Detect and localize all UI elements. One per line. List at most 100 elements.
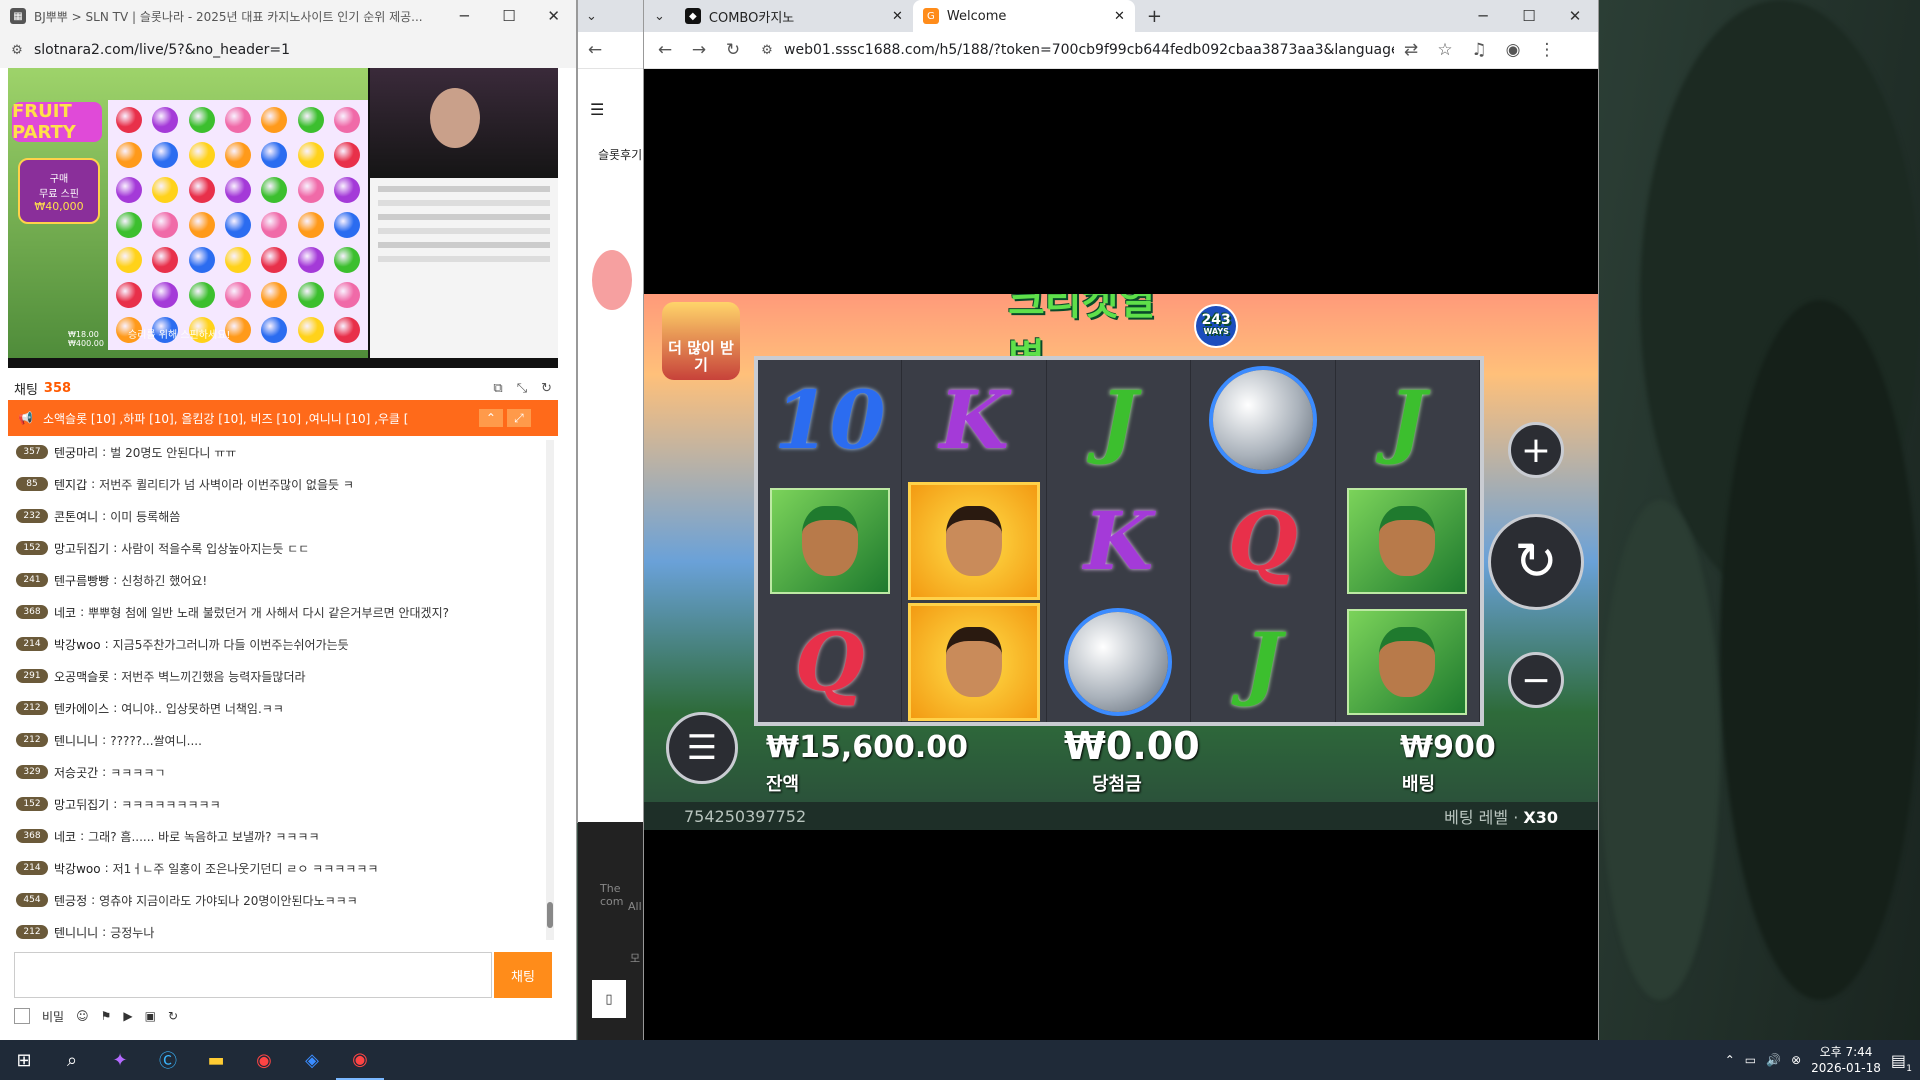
chat-nickname[interactable]: 박강woo <box>54 860 101 877</box>
chat-send-button[interactable]: 채팅 <box>494 952 552 998</box>
letter-symbol-text: J <box>1388 373 1427 468</box>
file-explorer-icon[interactable]: ▬ <box>192 1040 240 1080</box>
remote-app-icon[interactable]: ◈ <box>288 1040 336 1080</box>
expand-icon[interactable]: ⤢ <box>506 409 531 427</box>
new-tab-icon[interactable]: + <box>1147 6 1162 27</box>
tab-combo[interactable]: ◆ COMBO카지노 ✕ <box>675 0 913 32</box>
chrome-icon[interactable]: ◉ <box>240 1040 288 1080</box>
stream-video[interactable]: FRUIT PARTY 구매 무료 스핀 ₩40,000 ₩18.00 ₩400… <box>8 68 558 368</box>
chat-nickname[interactable]: 텐니니니 <box>54 732 98 749</box>
chat-nickname[interactable]: 텐니니니 <box>54 924 98 941</box>
back-icon[interactable]: ← <box>648 32 682 68</box>
collapse-icon[interactable]: ⤡ <box>517 381 527 396</box>
chat-nickname[interactable]: 망고뒤집기 <box>54 796 109 813</box>
refresh-icon[interactable]: ↻ <box>541 381 552 396</box>
partial-tab-text: 슬롯후기 <box>598 148 643 162</box>
chat-nickname[interactable]: 네코 <box>54 604 76 621</box>
batsman-symbol <box>758 480 903 602</box>
chat-message: 241 텐구름빵빵: 신청하긴 했어요! <box>8 564 548 596</box>
maximize-icon[interactable]: ☐ <box>1506 0 1552 32</box>
chat-nickname[interactable]: 텐궁마리 <box>54 444 98 461</box>
chat-nickname[interactable]: 텐구름빵빵 <box>54 572 109 589</box>
avatar <box>592 250 632 310</box>
media-icon[interactable]: ♫ <box>1462 32 1496 68</box>
slot-game[interactable]: 더 많이 받기 크리켓열병 243 WAYS 10KJJKQQJ + ↻ − ☰… <box>644 294 1598 830</box>
tab-search-icon[interactable]: ⌄ <box>654 9 665 24</box>
network-icon[interactable]: ▭ <box>1745 1053 1756 1067</box>
search-icon[interactable]: ⌕ <box>48 1040 96 1080</box>
translate-icon[interactable]: ⇄ <box>1394 32 1428 68</box>
popout-icon[interactable]: ⧉ <box>493 381 502 396</box>
chat-scrollbar[interactable] <box>546 440 554 940</box>
chat-nickname[interactable]: 망고뒤집기 <box>54 540 109 557</box>
chat-input[interactable] <box>14 952 492 998</box>
chevron-up-icon[interactable]: ⌃ <box>1725 1053 1735 1067</box>
site-settings-icon[interactable]: ⚙ <box>0 32 34 68</box>
forward-icon[interactable]: → <box>682 32 716 68</box>
chat-nickname[interactable]: 텐지갑 <box>54 476 87 493</box>
no-network-icon[interactable]: ⊗ <box>1791 1053 1801 1067</box>
reload-icon[interactable]: ↻ <box>168 1009 178 1023</box>
streamer-face <box>430 88 480 148</box>
fruit-symbol <box>261 177 288 204</box>
chat-nickname[interactable]: 텐카에이스 <box>54 700 109 717</box>
maximize-icon[interactable]: ☐ <box>487 0 532 32</box>
notification-icon[interactable]: ▤ 1 <box>1891 1051 1912 1074</box>
spin-button[interactable]: ↻ <box>1488 514 1584 610</box>
chat-nickname[interactable]: 오공맥슬롯 <box>54 668 109 685</box>
mobile-icon[interactable]: ▯ <box>592 980 626 1018</box>
left-browser-window: ▦ BJ뿌뿌 > SLN TV | 슬롯나라 - 2025년 대표 카지노사이트… <box>0 0 576 1040</box>
chat-colon: : <box>91 893 96 907</box>
reload-icon[interactable]: ↻ <box>716 32 750 68</box>
windows-start-icon[interactable]: ⊞ <box>0 1040 48 1080</box>
more-button[interactable]: 더 많이 받기 <box>662 302 740 380</box>
close-icon[interactable]: ✕ <box>531 0 576 32</box>
site-settings-icon[interactable]: ⚙ <box>750 32 784 68</box>
bet-minus-button[interactable]: − <box>1508 652 1564 708</box>
copilot-icon[interactable]: ✦ <box>96 1040 144 1080</box>
user-level-badge: 152 <box>16 541 48 555</box>
minimize-icon[interactable]: ─ <box>442 0 487 32</box>
tab-close-icon[interactable]: ✕ <box>1114 9 1125 24</box>
app-c-icon[interactable]: Ⓒ <box>144 1040 192 1080</box>
chat-text: 여니야.. 입상못하면 너책임.ㅋㅋ <box>121 701 284 716</box>
fruit-symbol <box>152 177 179 204</box>
game-info-bar: ₩15,600.00 잔액 ₩0.00 당첨금 ₩900 배팅 <box>644 724 1598 806</box>
tab-close-icon[interactable]: ✕ <box>892 9 903 24</box>
secret-checkbox[interactable] <box>14 1008 30 1024</box>
fruit-symbol <box>333 316 360 343</box>
chevron-up-icon[interactable]: ⌃ <box>478 409 503 427</box>
menu-kebab-icon[interactable]: ⋮ <box>1530 32 1564 68</box>
clock[interactable]: 오후 7:44 2026-01-18 <box>1811 1044 1881 1076</box>
fruit-symbol <box>224 281 251 308</box>
fruit-symbol <box>333 142 360 169</box>
bet-plus-button[interactable]: + <box>1508 422 1564 478</box>
chat-colon: : <box>113 669 118 683</box>
tab-welcome[interactable]: G Welcome ✕ <box>912 0 1135 32</box>
chat-nickname[interactable]: 박강woo <box>54 636 101 653</box>
image-icon[interactable]: ▣ <box>145 1009 156 1023</box>
chat-scrollbar-thumb[interactable] <box>547 902 553 928</box>
youtube-icon[interactable]: ▶ <box>123 1009 132 1023</box>
bookmark-star-icon[interactable]: ☆ <box>1428 32 1462 68</box>
tab-list-icon[interactable]: ⌄ <box>586 9 597 24</box>
bowler-icon <box>908 481 1041 600</box>
right-url[interactable]: web01.sssc1688.com/h5/188/?token=700cb9f… <box>784 42 1394 58</box>
chrome-active-icon[interactable]: ◉ <box>336 1040 384 1080</box>
minimize-icon[interactable]: ─ <box>1460 0 1506 32</box>
back-icon[interactable]: ← <box>578 32 612 68</box>
flag-icon[interactable]: ⚑ <box>101 1009 112 1023</box>
close-icon[interactable]: ✕ <box>1552 0 1598 32</box>
left-url[interactable]: slotnara2.com/live/5?&no_header=1 <box>34 42 290 58</box>
volume-icon[interactable]: 🔊 <box>1766 1053 1781 1067</box>
emoji-icon[interactable]: ☺ <box>76 1009 89 1023</box>
chat-nickname[interactable]: 저승곳간 <box>54 764 98 781</box>
profile-icon[interactable]: ◉ <box>1496 32 1530 68</box>
chat-colon: : <box>80 829 85 843</box>
hamburger-icon[interactable]: ☰ <box>590 100 604 119</box>
letter-symbol-text: Q <box>1228 493 1298 588</box>
chat-nickname[interactable]: 네코 <box>54 828 76 845</box>
chat-nickname[interactable]: 콘톤여니 <box>54 508 98 525</box>
cricket-ball-icon <box>1212 370 1313 471</box>
chat-nickname[interactable]: 텐긍정 <box>54 892 87 909</box>
